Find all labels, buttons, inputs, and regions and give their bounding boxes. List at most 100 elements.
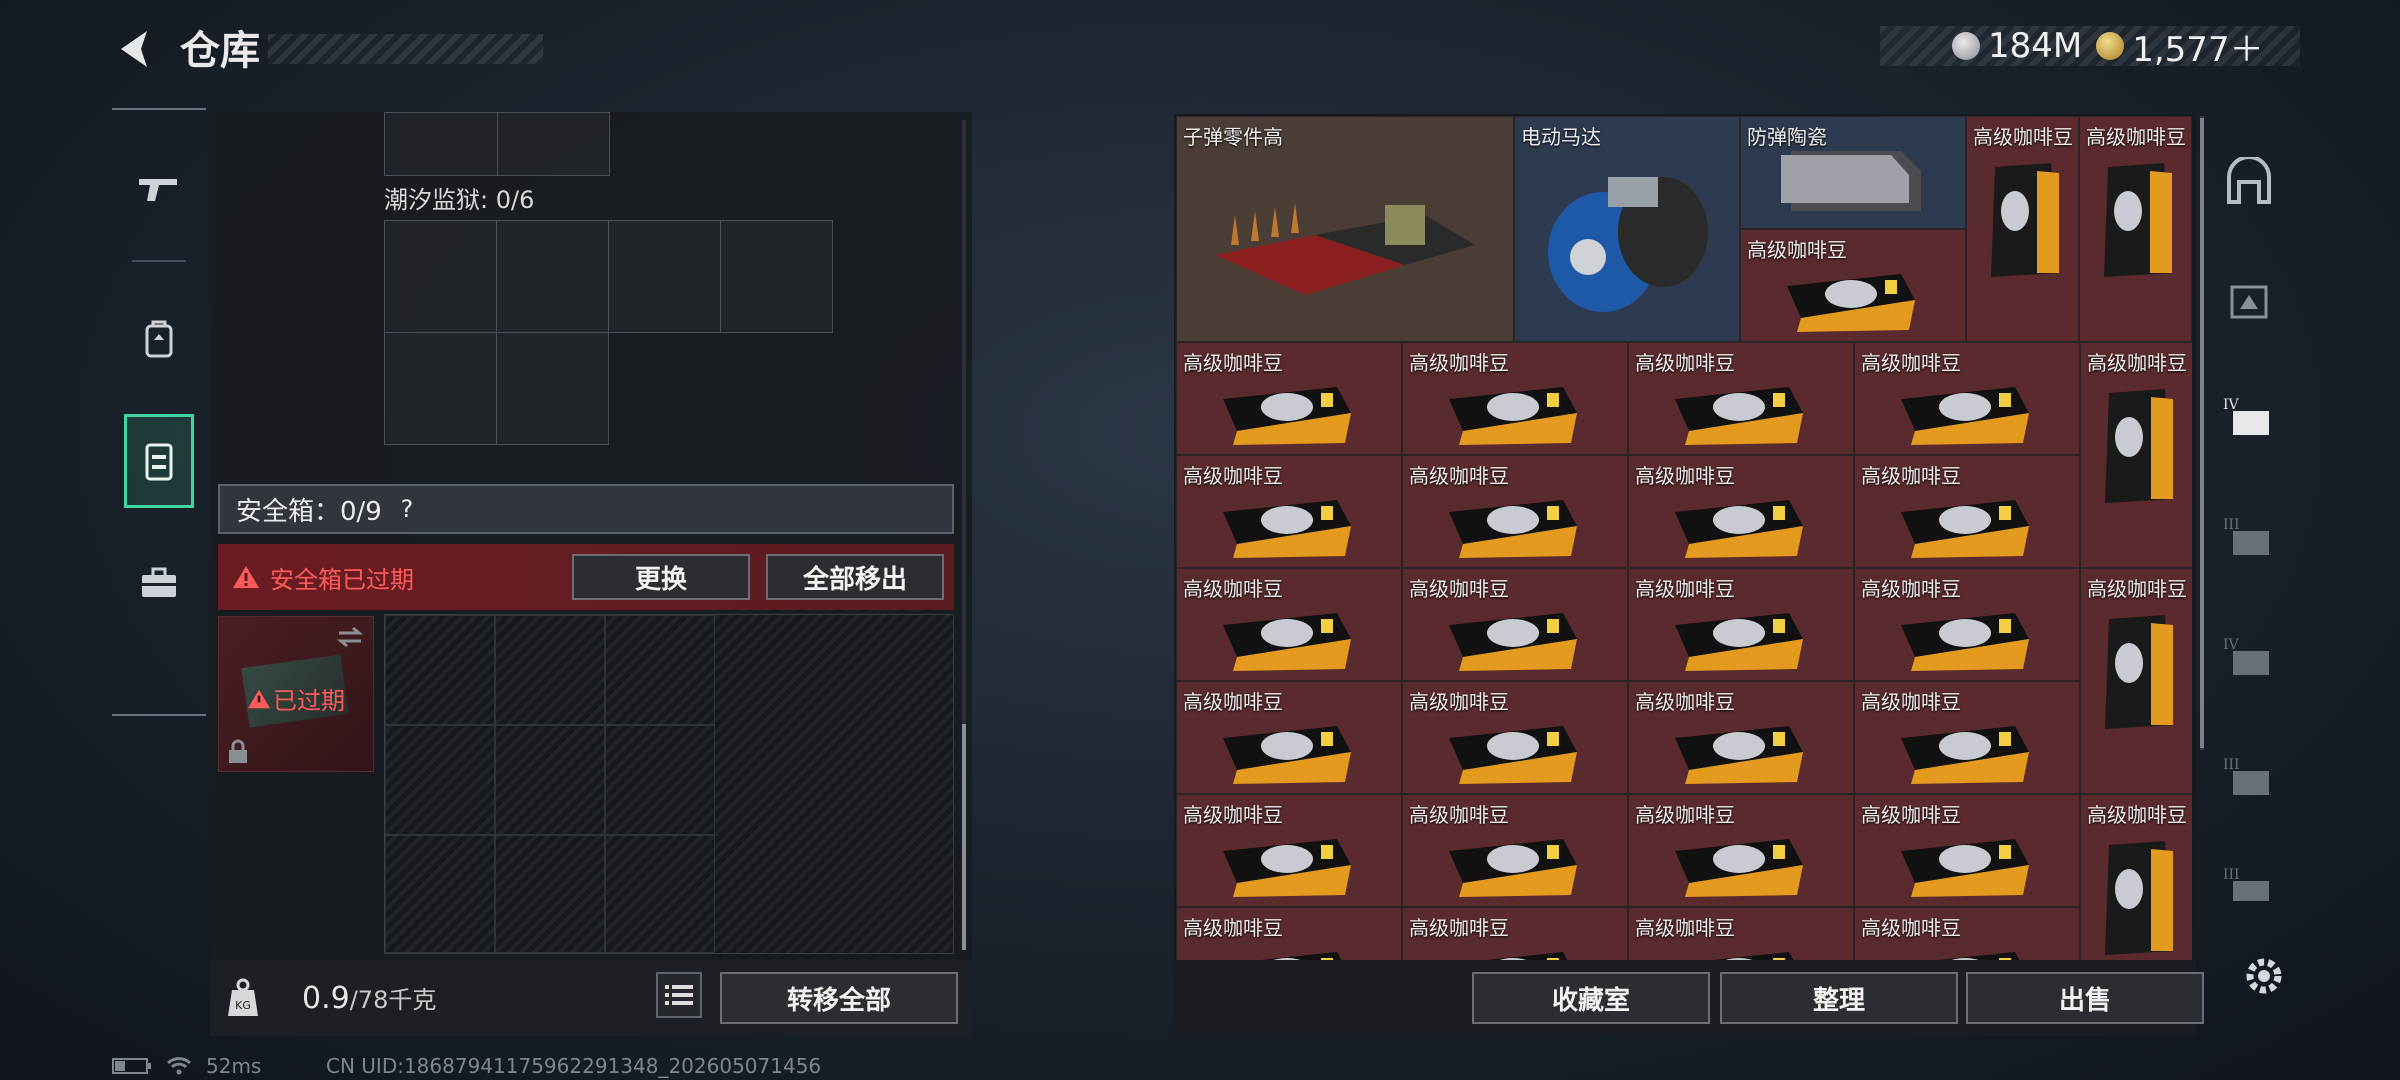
stash-item-grid: 子弹零件高 电动马达 防弹陶瓷 高级咖啡豆 高级咖啡豆 高级咖啡豆 高级咖啡豆 高级咖啡… bbox=[1176, 116, 2192, 960]
silver-coin-icon bbox=[1952, 32, 1980, 60]
list-view-button[interactable] bbox=[656, 972, 702, 1018]
replace-button[interactable]: 更换 bbox=[572, 554, 750, 600]
item-coffee-beans[interactable]: 高级咖啡豆 bbox=[2080, 568, 2192, 794]
weight-readout: 0.9/78千克 bbox=[302, 980, 436, 1016]
item-electric-motor[interactable]: 电动马达 bbox=[1514, 116, 1740, 342]
sell-button[interactable]: 出售 bbox=[1966, 972, 2204, 1024]
grid-slot[interactable] bbox=[495, 835, 605, 953]
filter-all[interactable] bbox=[2214, 150, 2284, 214]
gold-currency[interactable]: 1,577＋ bbox=[2096, 22, 2264, 71]
item-coffee-beans[interactable]: 高级咖啡豆 bbox=[1854, 681, 2080, 794]
rail-toolbox[interactable] bbox=[112, 534, 206, 630]
item-coffee-beans[interactable]: 高级咖啡豆 bbox=[1740, 229, 1966, 342]
grid-slot[interactable] bbox=[385, 835, 495, 953]
filter-tier-iii[interactable]: III bbox=[2214, 506, 2284, 570]
left-scrollbar-thumb[interactable] bbox=[962, 724, 966, 950]
item-coffee-beans[interactable]: 高级咖啡豆 bbox=[1854, 907, 2080, 960]
item-bullet-parts[interactable]: 子弹零件高 bbox=[1176, 116, 1514, 342]
filter-tier-iii-c[interactable]: III bbox=[2214, 856, 2284, 920]
item-coffee-beans[interactable]: 高级咖啡豆 bbox=[1176, 342, 1402, 455]
grid-slot[interactable] bbox=[385, 615, 495, 725]
item-coffee-beans[interactable]: 高级咖啡豆 bbox=[1402, 907, 1628, 960]
coffee-bag-image bbox=[1675, 726, 1803, 784]
item-coffee-beans[interactable]: 高级咖啡豆 bbox=[1966, 116, 2079, 342]
help-icon[interactable]: ? bbox=[392, 494, 422, 524]
item-coffee-beans[interactable]: 高级咖啡豆 bbox=[1176, 681, 1402, 794]
item-coffee-beans[interactable]: 高级咖啡豆 bbox=[1402, 342, 1628, 455]
settings-gear-icon[interactable] bbox=[2240, 952, 2288, 1000]
item-coffee-beans[interactable]: 高级咖啡豆 bbox=[1854, 568, 2080, 681]
item-coffee-beans[interactable]: 高级咖啡豆 bbox=[1854, 342, 2080, 455]
filter-tier-iv[interactable]: IV bbox=[2214, 626, 2284, 690]
item-coffee-beans[interactable]: 高级咖啡豆 bbox=[1628, 342, 1854, 455]
coffee-bag-image bbox=[1675, 500, 1803, 558]
item-coffee-beans[interactable]: 高级咖啡豆 bbox=[1854, 455, 2080, 568]
move-all-out-button[interactable]: 全部移出 bbox=[766, 554, 944, 600]
currency-bar: 184M 1,577＋ bbox=[1880, 26, 2300, 70]
back-button[interactable] bbox=[108, 22, 158, 76]
ceramic-plate-image bbox=[1781, 151, 1921, 211]
grid-slot[interactable] bbox=[385, 725, 495, 835]
grid-slot[interactable] bbox=[496, 332, 609, 445]
grid-slot[interactable] bbox=[605, 835, 715, 953]
left-category-rail bbox=[112, 108, 206, 716]
rail-backpack[interactable] bbox=[112, 290, 206, 386]
weight-kg-icon: KG bbox=[228, 978, 258, 1016]
item-coffee-beans[interactable]: 高级咖啡豆 bbox=[1402, 681, 1628, 794]
grid-slot[interactable] bbox=[496, 220, 609, 333]
filter-tier-iii-b[interactable]: III bbox=[2214, 746, 2284, 810]
item-coffee-beans[interactable]: 高级咖啡豆 bbox=[2080, 794, 2192, 960]
item-coffee-beans[interactable]: 高级咖啡豆 bbox=[1628, 907, 1854, 960]
safe-box-thumbnail[interactable]: 已过期 bbox=[218, 616, 374, 772]
item-coffee-beans[interactable]: 高级咖啡豆 bbox=[1176, 794, 1402, 907]
item-coffee-beans[interactable]: 高级咖啡豆 bbox=[1854, 794, 2080, 907]
filter-tier-iv-active[interactable]: IV bbox=[2214, 386, 2284, 450]
grid-slot[interactable] bbox=[384, 220, 497, 333]
item-coffee-beans[interactable]: 高级咖啡豆 bbox=[1402, 455, 1628, 568]
back-arrow-icon bbox=[121, 31, 147, 67]
filter-tier-ii[interactable] bbox=[2214, 266, 2284, 330]
item-coffee-beans[interactable]: 高级咖啡豆 bbox=[1402, 794, 1628, 907]
coffee-bag-image bbox=[1449, 387, 1577, 445]
sort-button[interactable]: 整理 bbox=[1720, 972, 1958, 1024]
rail-weapons[interactable] bbox=[112, 140, 206, 236]
rail-vest[interactable] bbox=[124, 414, 194, 508]
item-coffee-beans[interactable]: 高级咖啡豆 bbox=[1402, 568, 1628, 681]
item-coffee-beans[interactable]: 高级咖啡豆 bbox=[2080, 342, 2192, 568]
item-coffee-beans[interactable]: 高级咖啡豆 bbox=[1176, 568, 1402, 681]
grid-slot[interactable] bbox=[605, 725, 715, 835]
coffee-bag-image bbox=[2105, 841, 2173, 955]
grid-slot[interactable] bbox=[608, 220, 721, 333]
grid-slot[interactable] bbox=[495, 615, 605, 725]
collection-room-button[interactable]: 收藏室 bbox=[1472, 972, 1710, 1024]
item-coffee-beans[interactable]: 高级咖啡豆 bbox=[1628, 455, 1854, 568]
item-coffee-beans[interactable]: 高级咖啡豆 bbox=[1628, 794, 1854, 907]
home-icon bbox=[2227, 157, 2271, 204]
coffee-bag-image bbox=[1713, 952, 1794, 960]
item-coffee-beans[interactable]: 高级咖啡豆 bbox=[1176, 455, 1402, 568]
item-coffee-beans[interactable]: 高级咖啡豆 bbox=[2079, 116, 2192, 342]
gold-amount: 1,577＋ bbox=[2132, 29, 2264, 70]
right-scrollbar-thumb[interactable] bbox=[2200, 118, 2204, 748]
coffee-bag-image bbox=[1223, 839, 1351, 897]
grid-slot[interactable] bbox=[605, 615, 715, 725]
item-ceramic-plate[interactable]: 防弹陶瓷 bbox=[1740, 116, 1966, 229]
svg-text:IV: IV bbox=[2223, 397, 2240, 413]
item-coffee-beans[interactable]: 高级咖啡豆 bbox=[1176, 907, 1402, 960]
transfer-all-button[interactable]: 转移全部 bbox=[720, 972, 958, 1024]
list-icon bbox=[665, 985, 693, 1005]
safe-box-label: 安全箱：0/9 bbox=[236, 496, 382, 527]
item-label: 高级咖啡豆 bbox=[2087, 577, 2187, 601]
tier-iii-icon: III bbox=[2223, 517, 2269, 555]
coffee-bag-image bbox=[1675, 613, 1803, 671]
item-coffee-beans[interactable]: 高级咖啡豆 bbox=[1628, 568, 1854, 681]
grid-slot[interactable] bbox=[495, 725, 605, 835]
grid-slot[interactable] bbox=[720, 220, 833, 333]
coffee-bag-image bbox=[1939, 952, 2020, 960]
swap-icon bbox=[336, 626, 364, 648]
grid-slot[interactable] bbox=[384, 332, 497, 445]
coffee-bag-image bbox=[1787, 274, 1915, 332]
expired-status: 已过期 bbox=[273, 687, 345, 715]
silver-currency: 184M bbox=[1952, 26, 2082, 66]
item-coffee-beans[interactable]: 高级咖啡豆 bbox=[1628, 681, 1854, 794]
